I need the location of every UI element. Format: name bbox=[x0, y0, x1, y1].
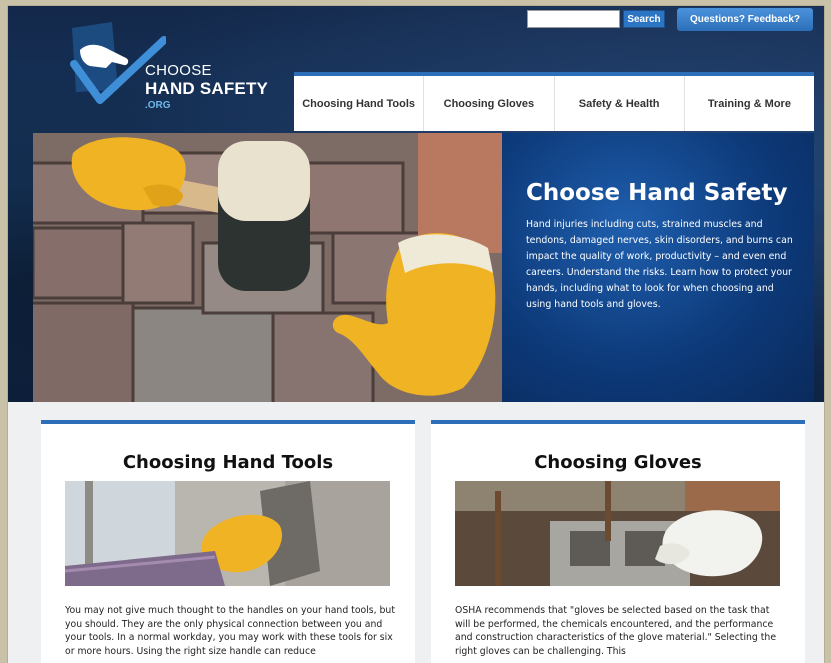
logo-line-choose: CHOOSE bbox=[145, 62, 212, 79]
feedback-button[interactable]: Questions? Feedback? bbox=[677, 8, 813, 31]
card-choosing-gloves[interactable]: Choosing Gloves OSHA recommends that "gl… bbox=[431, 420, 805, 663]
nav-item-choosing-hand-tools[interactable]: Choosing Hand Tools bbox=[294, 76, 425, 131]
hero-panel: Choose Hand Safety Hand injuries includi… bbox=[502, 133, 814, 402]
card-text: You may not give much thought to the han… bbox=[65, 605, 395, 657]
hero-mallet-pavers-photo bbox=[33, 133, 502, 402]
search-button[interactable]: Search bbox=[623, 10, 665, 28]
browser-page: CHOOSE HAND SAFETY .ORG Search Questions… bbox=[8, 6, 824, 663]
nav-item-training-more[interactable]: Training & More bbox=[685, 76, 814, 131]
card-image-hand-tools[interactable] bbox=[65, 481, 390, 586]
card-image-gloves[interactable] bbox=[455, 481, 780, 586]
nav-item-safety-health[interactable]: Safety & Health bbox=[555, 76, 685, 131]
card-title[interactable]: Choosing Hand Tools bbox=[41, 452, 415, 473]
hand-tools-photo bbox=[65, 481, 390, 586]
hero-title: Choose Hand Safety bbox=[526, 180, 788, 206]
search-input[interactable] bbox=[527, 10, 620, 28]
gloves-photo bbox=[455, 481, 780, 586]
site-header: CHOOSE HAND SAFETY .ORG Search Questions… bbox=[8, 6, 824, 402]
logo-line-hand-safety: HAND SAFETY bbox=[145, 79, 269, 98]
card-text: OSHA recommends that "gloves be selected… bbox=[455, 605, 777, 657]
nav-item-choosing-gloves[interactable]: Choosing Gloves bbox=[424, 76, 555, 131]
site-logo[interactable]: CHOOSE HAND SAFETY .ORG bbox=[66, 20, 276, 125]
hero-image bbox=[33, 133, 502, 402]
card-title[interactable]: Choosing Gloves bbox=[431, 452, 805, 473]
card-choosing-hand-tools[interactable]: Choosing Hand Tools You may not give muc… bbox=[41, 420, 415, 663]
hero-description: Hand injuries including cuts, strained m… bbox=[526, 219, 793, 310]
logo-line-org: .ORG bbox=[145, 100, 171, 111]
main-nav: Choosing Hand Tools Choosing Gloves Safe… bbox=[294, 72, 814, 131]
